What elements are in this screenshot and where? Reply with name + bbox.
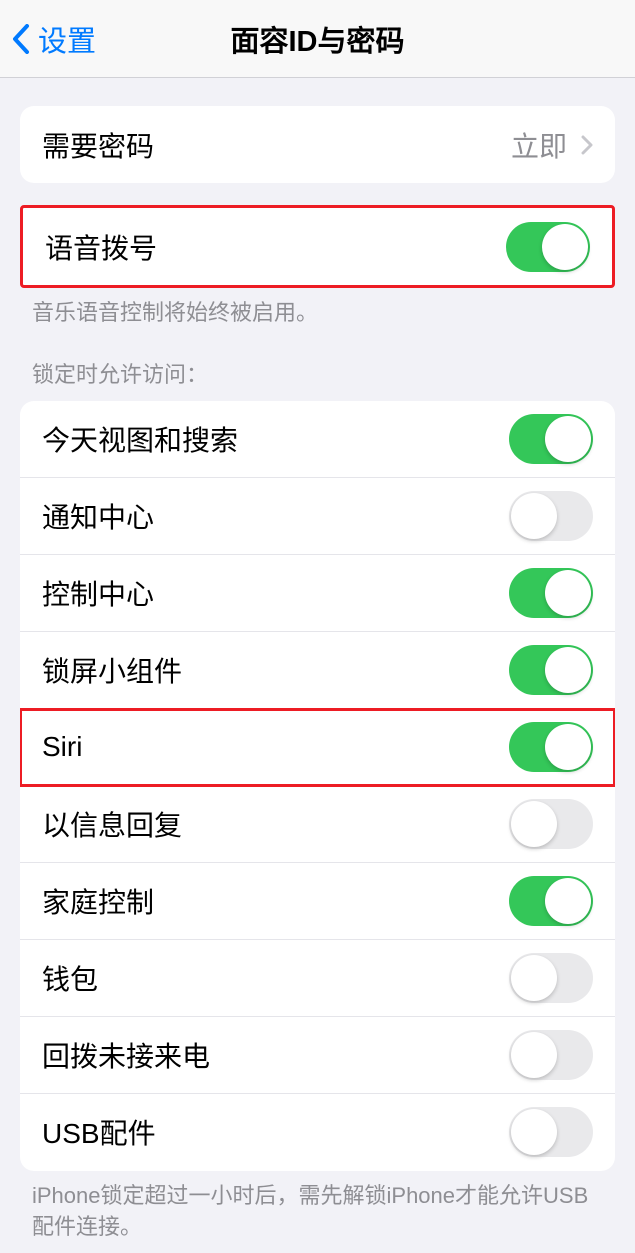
lock-access-row: 控制中心 (20, 555, 615, 632)
require-passcode-label: 需要密码 (42, 125, 154, 165)
lock-access-item-label: 控制中心 (42, 573, 154, 613)
toggle-knob (511, 1109, 557, 1155)
lock-access-toggle[interactable] (509, 1107, 593, 1157)
header: 设置 面容ID与密码 (0, 0, 635, 78)
lock-access-item-label: 今天视图和搜索 (42, 419, 238, 459)
lock-access-toggle[interactable] (509, 876, 593, 926)
toggle-knob (542, 224, 588, 270)
toggle-knob (545, 416, 591, 462)
lock-access-item-label: 通知中心 (42, 496, 154, 536)
lock-access-row: 钱包 (20, 940, 615, 1017)
page-title: 面容ID与密码 (230, 18, 404, 60)
voice-dial-toggle[interactable] (506, 222, 590, 272)
toggle-knob (545, 570, 591, 616)
lock-access-toggle[interactable] (509, 1030, 593, 1080)
lock-access-item-label: 锁屏小组件 (42, 650, 182, 690)
toggle-knob (511, 493, 557, 539)
require-passcode-value: 立即 (511, 125, 593, 165)
lock-access-item-label: 回拨未接来电 (42, 1035, 210, 1075)
lock-access-item-label: 以信息回复 (42, 804, 182, 844)
lock-access-row: USB配件 (20, 1094, 615, 1171)
lock-access-row: 今天视图和搜索 (20, 401, 615, 478)
lock-access-toggle[interactable] (509, 799, 593, 849)
lock-access-toggle[interactable] (509, 645, 593, 695)
lock-access-item-label: Siri (42, 731, 82, 763)
lock-access-row: 回拨未接来电 (20, 1017, 615, 1094)
require-passcode-value-text: 立即 (511, 125, 567, 165)
toggle-knob (545, 647, 591, 693)
lock-access-row: 家庭控制 (20, 863, 615, 940)
lock-access-footer: iPhone锁定超过一小时后，需先解锁iPhone才能允许USB配件连接。 (0, 1171, 635, 1243)
lock-access-header: 锁定时允许访问： (0, 329, 635, 397)
lock-access-toggle[interactable] (509, 953, 593, 1003)
voice-dial-label: 语音拨号 (45, 227, 157, 267)
lock-access-row: Siri (20, 709, 615, 786)
lock-access-group: 今天视图和搜索通知中心控制中心锁屏小组件 Siri 以信息回复家庭控制钱包回拨未接来… (20, 401, 615, 1171)
back-button[interactable]: 设置 (0, 18, 96, 60)
lock-access-row: 通知中心 (20, 478, 615, 555)
lock-access-item-label: 钱包 (42, 958, 98, 998)
lock-access-item-label: USB配件 (42, 1112, 156, 1152)
voice-dial-group: 语音拨号 (20, 205, 615, 288)
lock-access-toggle[interactable] (509, 568, 593, 618)
lock-access-toggle[interactable] (509, 491, 593, 541)
lock-access-item-label: 家庭控制 (42, 881, 154, 921)
toggle-knob (511, 801, 557, 847)
content: 需要密码 立即 语音拨号 音乐语音控制将始终被启用。 锁定时允许访问： 今天视图… (0, 106, 635, 1242)
back-label: 设置 (38, 18, 96, 60)
voice-dial-footer: 音乐语音控制将始终被启用。 (0, 288, 635, 329)
voice-dial-row: 语音拨号 (23, 208, 612, 285)
chevron-right-icon (581, 135, 593, 155)
toggle-knob (511, 955, 557, 1001)
lock-access-row: 锁屏小组件 (20, 632, 615, 709)
lock-access-row: 以信息回复 (20, 786, 615, 863)
lock-access-toggle[interactable] (509, 414, 593, 464)
require-passcode-row[interactable]: 需要密码 立即 (20, 106, 615, 183)
lock-access-toggle[interactable] (509, 722, 593, 772)
toggle-knob (545, 724, 591, 770)
toggle-knob (545, 878, 591, 924)
passcode-group: 需要密码 立即 (20, 106, 615, 183)
toggle-knob (511, 1032, 557, 1078)
chevron-left-icon (12, 24, 30, 54)
